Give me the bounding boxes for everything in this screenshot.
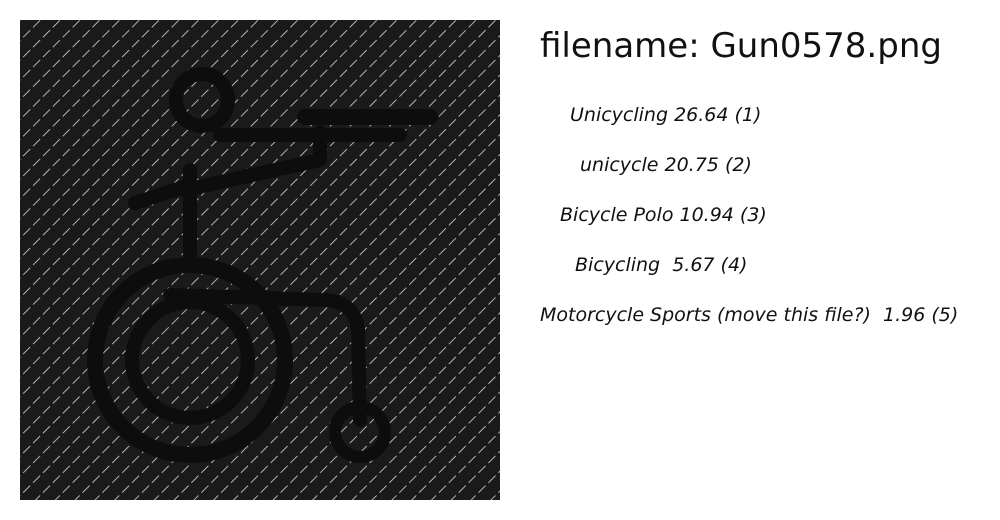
category-suggestion-label: Bicycling 5.67 (4): [575, 254, 748, 276]
category-suggestion-item[interactable]: Unicycling 26.64 (1): [540, 100, 940, 150]
page: filename: Gun0578.png Unicycling 26.64 (…: [0, 0, 1000, 520]
category-suggestion-item[interactable]: Bicycling 5.67 (4): [540, 250, 940, 300]
category-suggestion-item[interactable]: Motorcycle Sports (move this file?) 1.96…: [540, 300, 958, 350]
category-suggestion-label: Unicycling 26.64 (1): [570, 104, 762, 126]
filename-title: filename: Gun0578.png: [540, 26, 942, 66]
category-suggestion-item[interactable]: Bicycle Polo 10.94 (3): [540, 200, 940, 250]
category-suggestion-label: Bicycle Polo 10.94 (3): [560, 204, 767, 226]
category-suggestion-item[interactable]: unicycle 20.75 (2): [540, 150, 940, 200]
wheelchair-user-pointing-gun-icon: [20, 20, 500, 500]
category-suggestion-label: Motorcycle Sports (move this file?) 1.96…: [540, 304, 959, 326]
category-suggestion-label: unicycle 20.75 (2): [580, 154, 752, 176]
category-suggestion-list: Unicycling 26.64 (1) unicycle 20.75 (2) …: [540, 100, 958, 350]
image-preview: [20, 20, 500, 500]
